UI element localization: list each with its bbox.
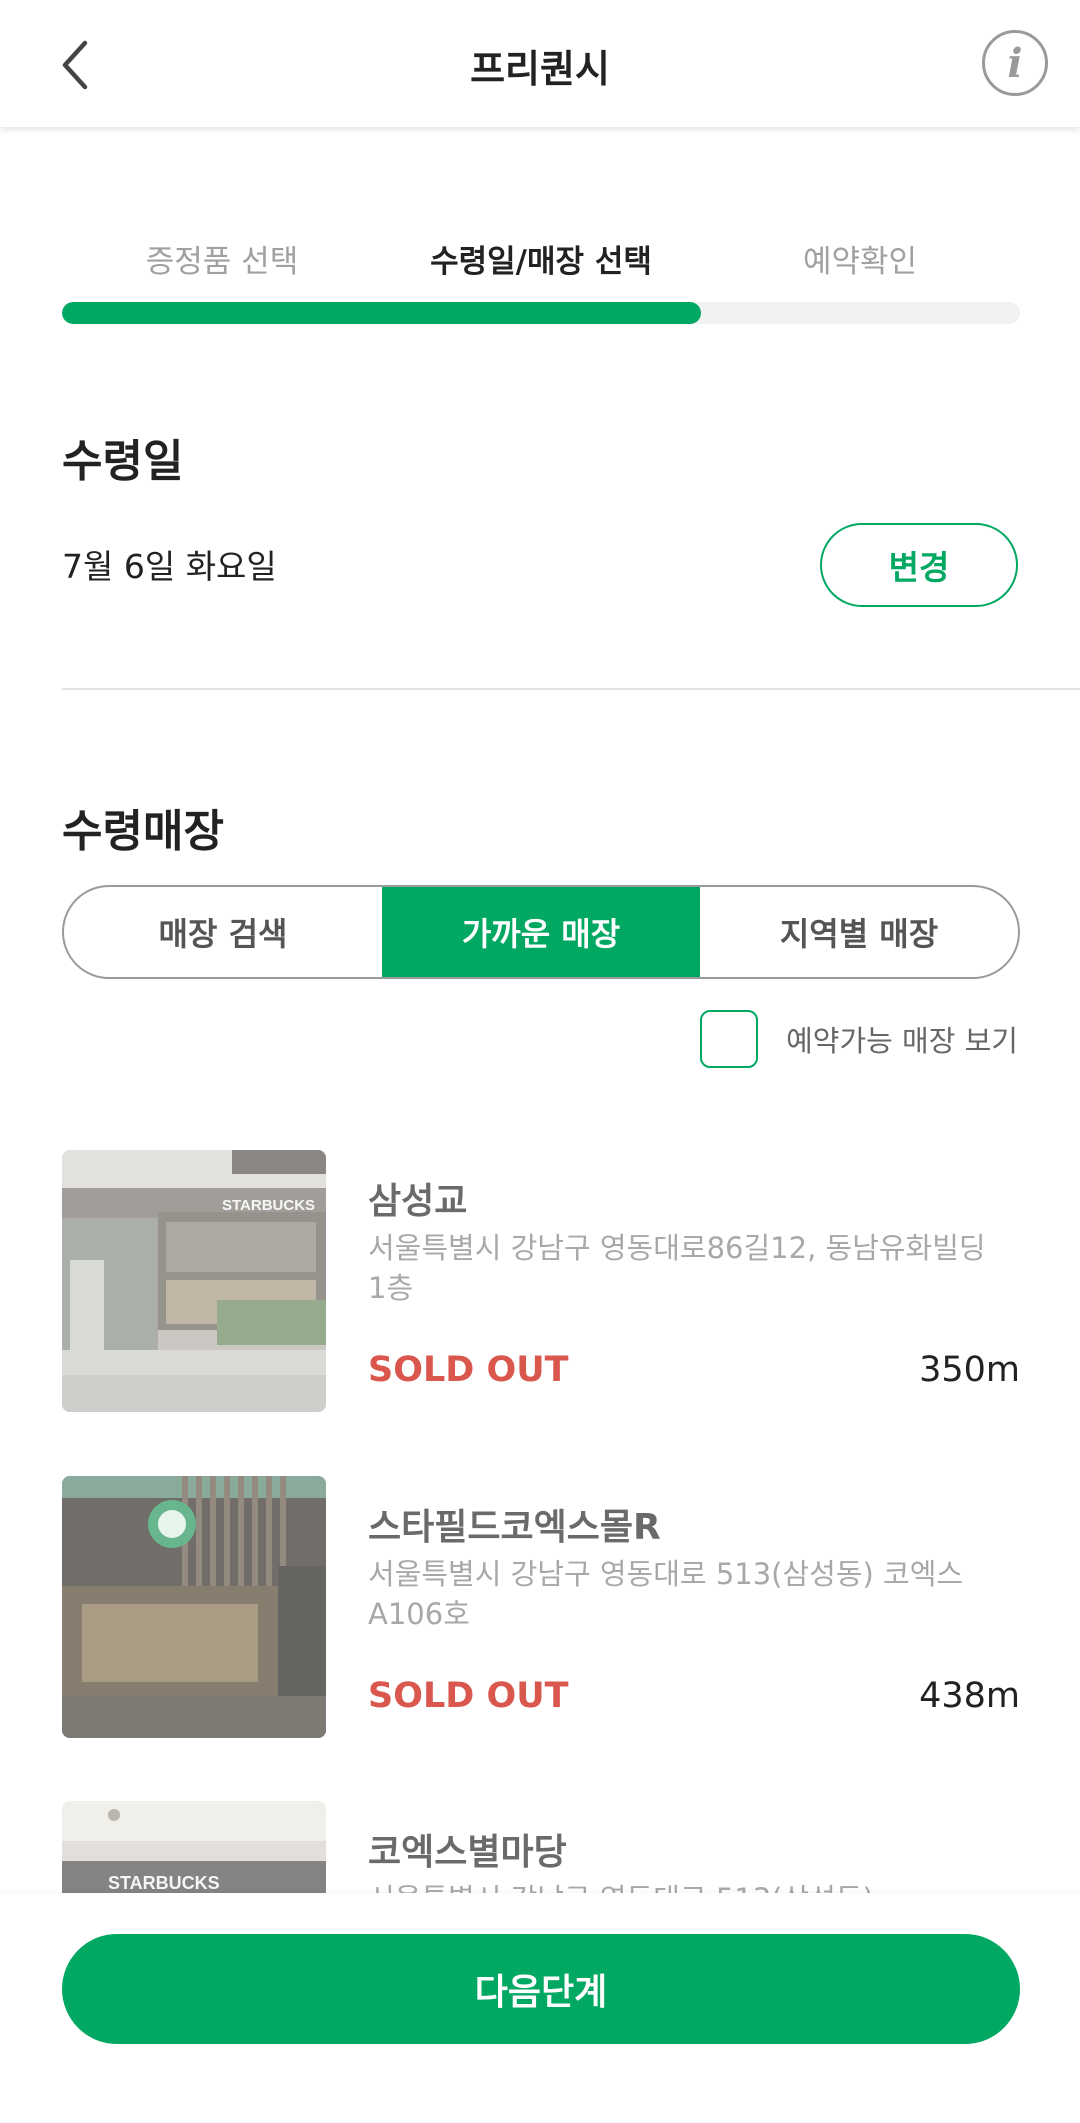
next-step-button[interactable]: 다음단계 xyxy=(62,1934,1020,2044)
store-name: 스타필드코엑스몰R xyxy=(368,1507,661,1548)
store-sign: STARBUCKS xyxy=(222,1197,315,1214)
reservable-only-checkbox[interactable] xyxy=(700,1010,759,1068)
store-name: 삼성교 xyxy=(368,1181,468,1222)
pickup-store-title: 수령매장 xyxy=(62,806,224,857)
store-photo: STARBUCKS xyxy=(62,1150,326,1412)
info-button[interactable]: i xyxy=(982,30,1048,96)
status-badge: SOLD OUT xyxy=(368,1676,569,1716)
store-distance: 438m xyxy=(919,1676,1020,1716)
progress-bar xyxy=(62,302,1020,324)
reservable-filter: 예약가능 매장 보기 xyxy=(700,1010,1018,1068)
pickup-date-title: 수령일 xyxy=(62,436,184,487)
store-distance: 350m xyxy=(919,1350,1020,1390)
store-list-item[interactable]: STARBUCKS 삼성교 서울특별시 강남구 영동대로86길12, 동남유화빌… xyxy=(62,1150,1020,1412)
store-address: 서울특별시 강남구 영동대로86길12, 동남유화빌딩 1층 xyxy=(368,1231,986,1305)
reservable-only-label: 예약가능 매장 보기 xyxy=(786,1024,1018,1058)
change-date-button[interactable]: 변경 xyxy=(820,523,1018,607)
step-confirm: 예약확인 xyxy=(802,244,918,280)
app-header: 프리퀀시 i xyxy=(0,0,1080,127)
store-list-item[interactable]: 스타필드코엑스몰R 서울특별시 강남구 영동대로 513(삼성동) 코엑스 A1… xyxy=(62,1476,1020,1738)
info-icon: i xyxy=(1007,39,1023,87)
progress-fill xyxy=(62,302,701,324)
store-address: 서울특별시 강남구 영동대로 513(삼성동) 코엑스 A106호 xyxy=(368,1557,964,1631)
store-photo xyxy=(62,1476,326,1738)
tab-nearby-stores[interactable]: 가까운 매장 xyxy=(382,887,700,977)
tab-regional-stores[interactable]: 지역별 매장 xyxy=(700,887,1018,977)
step-date-store-select: 수령일/매장 선택 xyxy=(430,244,652,280)
store-tab-group: 매장 검색 가까운 매장 지역별 매장 xyxy=(62,885,1020,979)
pickup-date-value: 7월 6일 화요일 xyxy=(62,547,277,586)
step-gift-select: 증정품 선택 xyxy=(145,244,299,280)
store-sign: STARBUCKS xyxy=(108,1873,220,1893)
section-divider xyxy=(62,688,1080,690)
page-title: 프리퀀시 xyxy=(470,47,610,91)
tab-store-search[interactable]: 매장 검색 xyxy=(64,887,382,977)
status-badge: SOLD OUT xyxy=(368,1350,569,1390)
step-indicator: 증정품 선택 수령일/매장 선택 예약확인 xyxy=(62,236,1020,286)
store-name: 코엑스별마당 xyxy=(368,1832,567,1873)
